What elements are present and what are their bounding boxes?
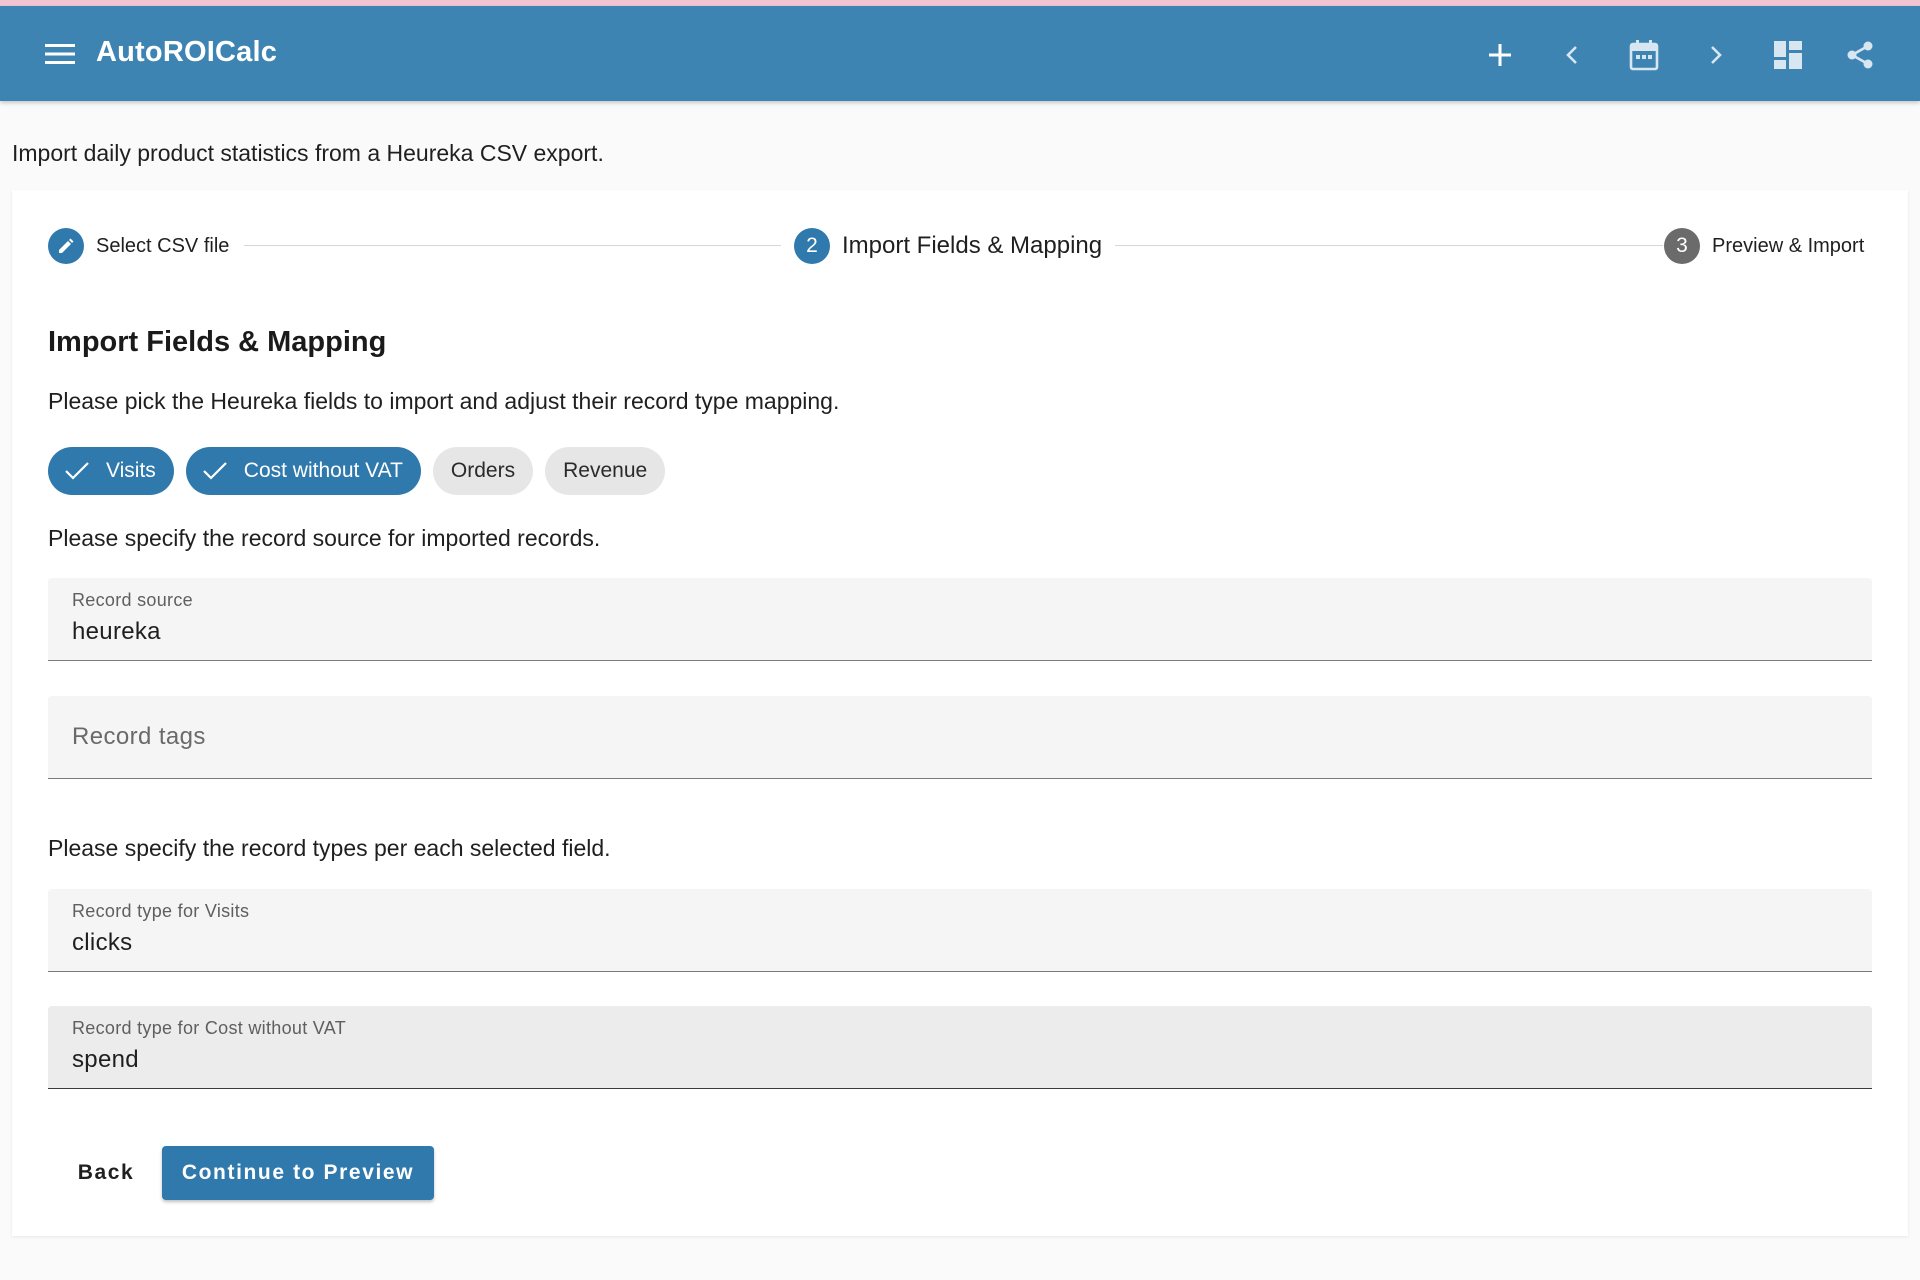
step-done-indicator [48,228,84,264]
continue-to-preview-button[interactable]: Continue to Preview [162,1146,434,1200]
record-type-visits-input[interactable]: clicks [72,929,132,957]
source-instruction: Please specify the record source for imp… [48,525,601,551]
check-icon [64,460,92,482]
record-type-cost-field[interactable]: Record type for Cost without VAT spend [48,1006,1872,1089]
pencil-icon [59,238,74,253]
step-select-csv[interactable]: Select CSV file [48,226,229,266]
step-connector [1115,245,1663,246]
app-bar: AutoROICalc [0,6,1920,101]
chip-label: Visits [106,459,156,482]
field-label: Record type for Visits [72,901,250,921]
page-intro: Import daily product statistics from a H… [12,140,604,166]
step-label: Preview & Import [1712,234,1865,257]
add-button[interactable] [1480,35,1520,75]
share-button[interactable] [1840,35,1880,75]
chip-label: Orders [450,459,516,482]
chip-revenue[interactable]: Revenue [545,447,666,495]
record-source-field[interactable]: Record source heureka [48,578,1872,661]
import-card: Select CSV file 2 Import Fields & Mappin… [12,190,1908,1236]
record-type-cost-input[interactable]: spend [72,1046,139,1074]
step-number: 2 [794,228,830,264]
record-source-input[interactable]: heureka [72,618,161,646]
plus-icon [1489,44,1511,66]
chevron-left-icon [1566,46,1577,64]
next-button[interactable] [1696,35,1736,75]
step-label: Select CSV file [96,234,230,257]
menu-button[interactable] [42,40,78,68]
calendar-icon [1629,40,1659,71]
step-connector [244,245,781,246]
step-number: 3 [1664,228,1700,264]
chevron-right-icon [1711,46,1722,64]
dashboard-icon [1774,41,1802,69]
back-button[interactable]: Back [60,1146,152,1200]
chip-orders[interactable]: Orders [432,447,534,495]
field-label: Record type for Cost without VAT [72,1018,347,1038]
menu-icon [45,44,75,64]
field-label: Record source [72,590,193,610]
chip-label: Revenue [563,459,648,482]
step-preview-import[interactable]: 3 Preview & Import [1664,226,1864,266]
previous-button[interactable] [1552,35,1592,75]
record-type-visits-field[interactable]: Record type for Visits clicks [48,889,1872,972]
chip-cost-without-vat[interactable]: Cost without VAT [185,447,421,495]
fields-instruction: Please pick the Heureka fields to import… [48,388,840,414]
app-title: AutoROICalc [96,36,278,68]
step-import-fields[interactable]: 2 Import Fields & Mapping [794,226,1102,266]
calendar-button[interactable] [1624,35,1664,75]
field-chip-group: Visits Cost without VAT Orders Revenue [48,447,677,495]
record-tags-field[interactable]: Record tags [48,696,1872,779]
types-instruction: Please specify the record types per each… [48,835,611,861]
step-label: Import Fields & Mapping [842,232,1103,259]
check-icon [202,460,230,482]
dashboard-button[interactable] [1768,35,1808,75]
chip-label: Cost without VAT [243,459,403,482]
share-icon [1847,41,1873,69]
chip-visits[interactable]: Visits [48,447,174,495]
section-title: Import Fields & Mapping [48,326,387,358]
record-tags-input[interactable]: Record tags [72,723,206,751]
